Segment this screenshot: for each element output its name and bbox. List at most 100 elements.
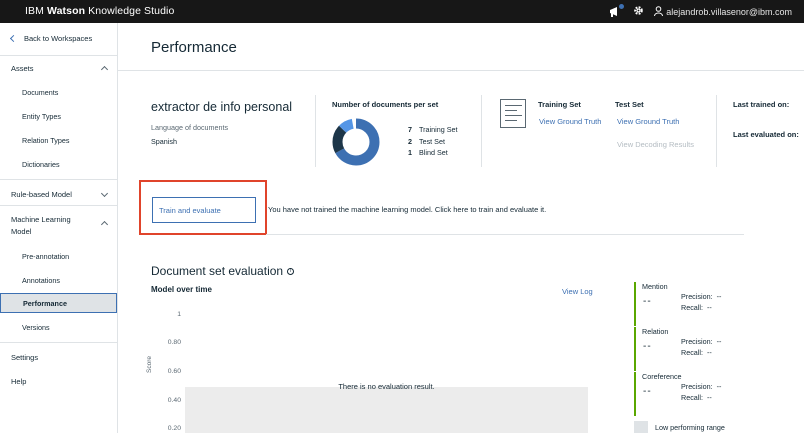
sidebar-item-entity-types[interactable]: Entity Types — [22, 112, 61, 121]
back-to-workspaces-link[interactable]: Back to Workspaces — [9, 34, 93, 43]
recall-label: Recall: — [681, 303, 703, 312]
chevron-left-icon — [9, 34, 18, 43]
highlight-box — [139, 180, 267, 235]
training-set-heading: Training Set — [538, 100, 581, 109]
doc-set-count: 1 — [408, 148, 412, 157]
doc-set-legend-test: 2 Test Set — [408, 137, 445, 146]
recall-label: Recall: — [681, 348, 703, 357]
gear-icon[interactable] — [633, 5, 644, 18]
y-axis-tick: 1 — [177, 311, 181, 318]
chevron-up-icon — [100, 220, 109, 229]
last-trained-label: Last trained on: — [733, 100, 790, 109]
precision-value: -- — [716, 292, 722, 301]
brand-product: Knowledge Studio — [88, 5, 175, 17]
sidebar: Back to Workspaces Assets Documents Enti… — [0, 23, 118, 433]
metric-recall: Recall: -- — [681, 303, 712, 312]
metric-precision: Precision: -- — [681, 337, 721, 346]
chevron-down-icon — [100, 189, 109, 198]
model-over-time-label: Model over time — [151, 285, 212, 294]
sidebar-section-assets[interactable]: Assets — [11, 64, 109, 74]
train-message: You have not trained the machine learnin… — [268, 205, 547, 214]
sidebar-divider — [0, 205, 118, 206]
title-divider — [118, 70, 804, 71]
sidebar-item-documents[interactable]: Documents — [22, 88, 58, 97]
user-email: alejandrob.villasenor@ibm.com — [666, 6, 792, 17]
doc-set-legend-training: 7 Training Set — [408, 125, 458, 134]
top-right-controls: alejandrob.villasenor@ibm.com — [609, 3, 792, 18]
recall-value: -- — [706, 393, 712, 402]
metric-value: -- — [643, 296, 652, 307]
metric-value: -- — [643, 341, 652, 352]
sidebar-item-label: Performance — [23, 299, 67, 308]
sidebar-item-relation-types[interactable]: Relation Types — [22, 136, 69, 145]
sidebar-item-annotations[interactable]: Annotations — [22, 276, 60, 285]
document-set-evaluation-title: Document set evaluation i — [151, 264, 295, 278]
precision-label: Precision: — [681, 337, 713, 346]
info-icon[interactable]: i — [287, 267, 295, 275]
sidebar-section-rule-based-model[interactable]: Rule-based Model — [11, 189, 109, 199]
chart-plot-area — [185, 387, 588, 433]
chevron-up-icon — [100, 65, 109, 74]
notification-dot-icon — [619, 3, 625, 9]
main-content: Performance extractor de info personal L… — [118, 23, 804, 433]
sidebar-item-dictionaries[interactable]: Dictionaries — [22, 160, 60, 169]
precision-label: Precision: — [681, 382, 713, 391]
metric-coreference: Coreference -- Precision: -- Recall: -- — [634, 372, 804, 416]
last-evaluated-label: Last evaluated on: — [733, 130, 799, 139]
page-title: Performance — [151, 39, 237, 56]
docs-per-set-donut-chart — [332, 118, 380, 171]
section-divider — [266, 234, 744, 235]
doc-set-count: 7 — [408, 125, 412, 134]
doc-set-label: Training Set — [419, 125, 458, 134]
y-axis-tick: 0.40 — [167, 397, 181, 404]
doc-set-legend-blind: 1 Blind Set — [408, 148, 448, 157]
app-brand[interactable]: IBM Watson Knowledge Studio — [25, 5, 174, 17]
low-performing-range-label: Low performing range — [655, 423, 725, 432]
section-divider — [315, 95, 316, 167]
y-axis-tick: 0.20 — [167, 425, 181, 432]
test-set-heading: Test Set — [615, 100, 644, 109]
sidebar-item-help[interactable]: Help — [11, 377, 107, 386]
precision-value: -- — [716, 382, 722, 391]
megaphone-icon[interactable] — [609, 3, 625, 18]
metric-recall: Recall: -- — [681, 348, 712, 357]
section-label: Rule-based Model — [11, 190, 72, 199]
section-label-line2: Model — [11, 227, 32, 236]
precision-value: -- — [716, 337, 722, 346]
sidebar-divider — [0, 342, 118, 343]
language-label: Language of documents — [151, 123, 229, 132]
sidebar-item-versions[interactable]: Versions — [22, 323, 50, 332]
no-evaluation-result-message: There is no evaluation result. — [338, 382, 435, 391]
project-name: extractor de info personal — [151, 100, 293, 114]
view-decoding-results-link[interactable]: View Decoding Results — [617, 140, 694, 149]
recall-label: Recall: — [681, 393, 703, 402]
metric-name: Coreference — [642, 372, 682, 381]
recall-value: -- — [706, 348, 712, 357]
sidebar-item-pre-annotation[interactable]: Pre-annotation — [22, 252, 69, 261]
doc-set-label: Test Set — [419, 137, 445, 146]
y-axis-label: Score — [146, 356, 153, 373]
metric-mention: Mention -- Precision: -- Recall: -- — [634, 282, 804, 326]
section-label: Machine Learning Model — [11, 214, 71, 238]
user-icon — [654, 5, 664, 18]
back-label: Back to Workspaces — [24, 34, 93, 43]
sidebar-item-settings[interactable]: Settings — [11, 353, 107, 362]
sidebar-section-machine-learning-model[interactable]: Machine Learning Model — [11, 214, 109, 238]
doc-set-label: Blind Set — [419, 148, 448, 157]
test-view-ground-truth-link[interactable]: View Ground Truth — [617, 117, 679, 126]
training-view-ground-truth-link[interactable]: View Ground Truth — [539, 117, 601, 126]
sidebar-item-performance[interactable]: Performance — [0, 293, 117, 313]
metric-value: -- — [643, 386, 652, 397]
metric-precision: Precision: -- — [681, 292, 721, 301]
user-menu[interactable]: alejandrob.villasenor@ibm.com — [654, 5, 792, 18]
precision-label: Precision: — [681, 292, 713, 301]
metric-recall: Recall: -- — [681, 393, 712, 402]
language-value: Spanish — [151, 137, 177, 146]
low-performing-range-swatch — [634, 421, 648, 433]
view-log-link[interactable]: View Log — [562, 287, 593, 296]
section-label: Settings — [11, 353, 39, 362]
recall-value: -- — [706, 303, 712, 312]
metric-relation: Relation -- Precision: -- Recall: -- — [634, 327, 804, 371]
section-label: Help — [11, 377, 27, 386]
metric-precision: Precision: -- — [681, 382, 721, 391]
